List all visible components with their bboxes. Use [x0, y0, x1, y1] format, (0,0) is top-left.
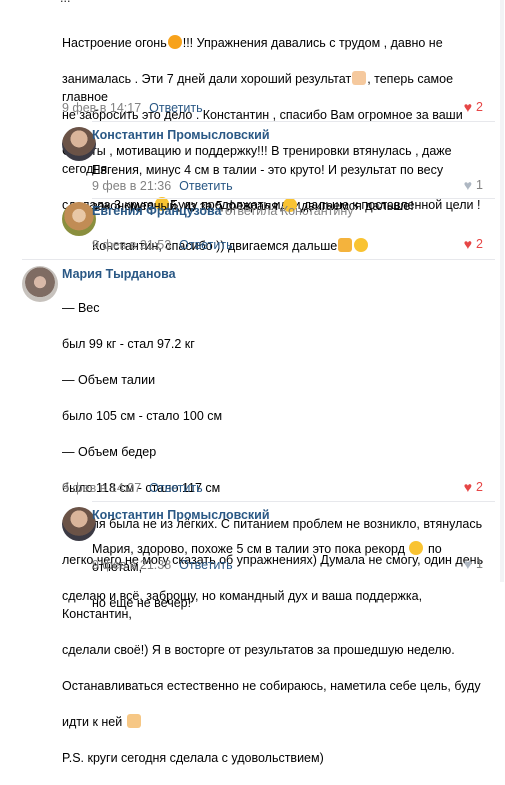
heart-icon: ♥ — [463, 177, 473, 193]
replied-to-link[interactable]: ответила Константину — [225, 204, 354, 218]
separator — [92, 198, 495, 199]
comment-date[interactable]: 9 фев в 21:53 — [92, 238, 171, 252]
comment-date[interactable]: 9 фев в 14:27 — [62, 481, 141, 495]
like-count: 2 — [476, 480, 483, 494]
post-meta: 9 фев в 14:17 Ответить — [62, 99, 203, 117]
comment-like-button[interactable]: ♥ 1 — [464, 556, 483, 572]
comments-thread: ... Настроение огонь!!! Упражнения давал… — [0, 0, 505, 765]
separator — [92, 501, 495, 502]
comment-meta: 9 фев в 21:36 Ответить — [92, 177, 233, 195]
comment-like-button[interactable]: ♥ 1 — [464, 177, 483, 193]
heart-icon: ♥ — [463, 99, 473, 115]
comment-reply-link[interactable]: Ответить — [179, 179, 232, 193]
post-reply-link[interactable]: Ответить — [149, 101, 202, 115]
scrollbar[interactable] — [500, 0, 504, 582]
flexed-bicep-emoji — [338, 238, 353, 252]
comment-author[interactable]: Константин Промысловский — [92, 128, 270, 142]
like-count: 2 — [476, 100, 483, 114]
like-count: 1 — [476, 178, 483, 192]
avatar[interactable] — [62, 202, 96, 236]
heart-icon: ♥ — [463, 236, 473, 252]
like-count: 2 — [476, 237, 483, 251]
fire-emoji — [167, 35, 182, 49]
separator — [92, 121, 495, 122]
comment-author[interactable]: Мария Тырданова — [62, 267, 176, 281]
post-date[interactable]: 9 фев в 14:17 — [62, 101, 141, 115]
comment-meta: 9 фев в 14:27 Ответить — [62, 479, 203, 497]
avatar[interactable] — [22, 266, 58, 302]
comment-author[interactable]: Евгения Французова — [92, 204, 221, 218]
comment-author[interactable]: Константин Промысловский — [92, 508, 270, 522]
heart-icon: ♥ — [463, 556, 473, 572]
avatar[interactable] — [62, 507, 96, 541]
comment-like-button[interactable]: ♥ 2 — [464, 236, 483, 252]
previous-text-fragment: ... — [60, 0, 70, 5]
post-like-button[interactable]: ♥ 2 — [464, 99, 483, 115]
comment-like-button[interactable]: ♥ 2 — [464, 479, 483, 495]
comment-reply-link[interactable]: Ответить — [179, 558, 232, 572]
separator — [22, 259, 495, 260]
smile-emoji — [354, 238, 369, 252]
comment-reply-link[interactable]: Ответить — [179, 238, 232, 252]
comment-meta: 9 фев в 21:38 Ответить — [92, 556, 233, 574]
grin-emoji — [409, 541, 424, 555]
comment-date[interactable]: 9 фев в 21:36 — [92, 179, 171, 193]
comment-text: Мария, здорово, похоже 5 см в талии это … — [92, 541, 442, 610]
heart-icon: ♥ — [463, 479, 473, 495]
victory-hand-emoji — [126, 714, 141, 728]
avatar[interactable] — [62, 127, 96, 161]
comment-header: Евгения Французова ответила Константину — [92, 204, 354, 218]
comment-date[interactable]: 9 фев в 21:38 — [92, 558, 171, 572]
like-count: 1 — [476, 557, 483, 571]
comment-meta: 9 фев в 21:53 Ответить — [92, 236, 233, 254]
thumbs-up-emoji — [352, 71, 367, 85]
comment-reply-link[interactable]: Ответить — [149, 481, 202, 495]
